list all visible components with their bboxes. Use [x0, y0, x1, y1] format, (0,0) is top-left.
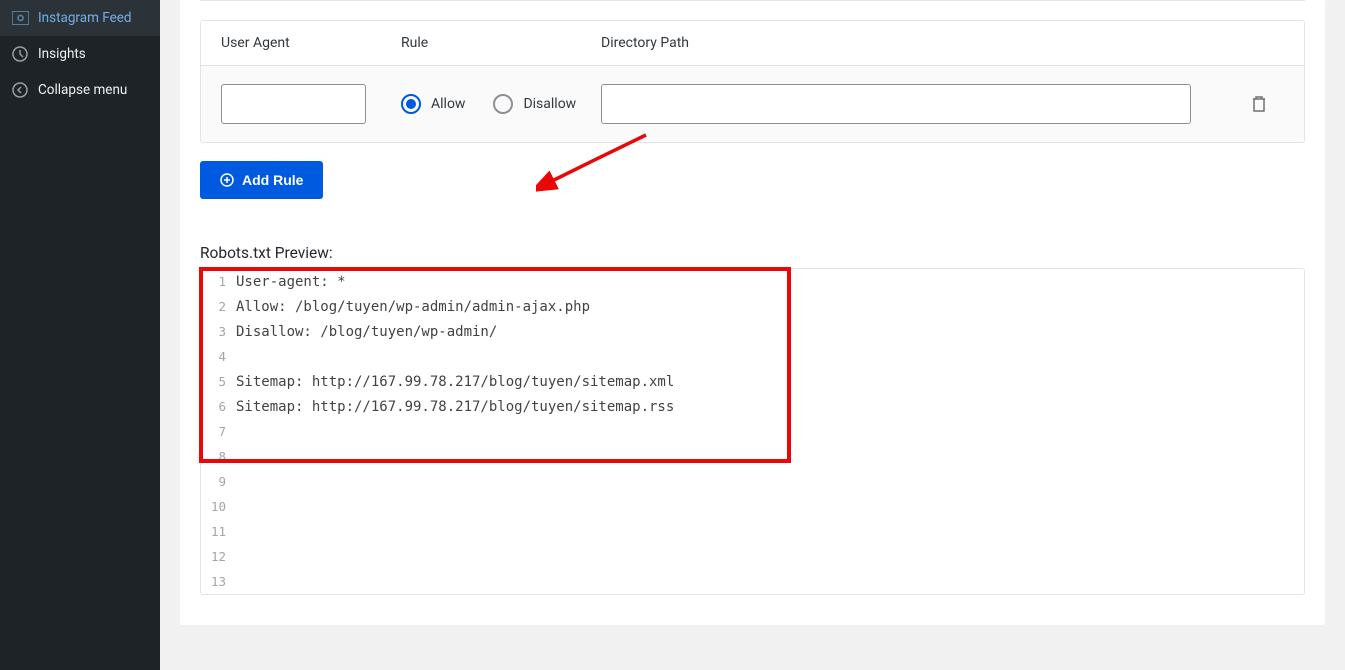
- code-line: 11: [201, 519, 1304, 544]
- column-header-user-agent: User Agent: [221, 35, 401, 51]
- line-number: 10: [201, 499, 236, 514]
- collapse-icon: [10, 80, 30, 100]
- main-content: User Agent Rule Directory Path Allow: [160, 0, 1345, 670]
- line-number: 12: [201, 549, 236, 564]
- line-number: 2: [201, 299, 236, 314]
- radio-disallow-label: Disallow: [523, 96, 576, 112]
- sidebar-item-instagram-feed[interactable]: Instagram Feed: [0, 0, 160, 36]
- line-number: 8: [201, 449, 236, 464]
- admin-sidebar: Instagram Feed Insights Collapse menu: [0, 0, 160, 670]
- radio-allow-label: Allow: [431, 96, 465, 112]
- radio-allow-indicator: [401, 94, 421, 114]
- code-line: 2Allow: /blog/tuyen/wp-admin/admin-ajax.…: [201, 294, 1304, 319]
- line-content: User-agent: *: [236, 274, 346, 290]
- code-line: 12: [201, 544, 1304, 569]
- robots-preview-editor[interactable]: 1User-agent: *2Allow: /blog/tuyen/wp-adm…: [200, 268, 1305, 595]
- rules-table-row: Allow Disallow: [201, 65, 1304, 142]
- radio-disallow-indicator: [493, 94, 513, 114]
- code-line: 1User-agent: *: [201, 269, 1304, 294]
- code-line: 7: [201, 419, 1304, 444]
- line-number: 9: [201, 474, 236, 489]
- user-agent-input[interactable]: [221, 84, 366, 124]
- line-number: 5: [201, 374, 236, 389]
- line-content: Sitemap: http://167.99.78.217/blog/tuyen…: [236, 399, 674, 415]
- line-number: 4: [201, 349, 236, 364]
- divider: [200, 0, 1305, 20]
- code-line: 13: [201, 569, 1304, 594]
- line-content: Sitemap: http://167.99.78.217/blog/tuyen…: [236, 374, 674, 390]
- rules-table-header: User Agent Rule Directory Path: [201, 21, 1304, 65]
- sidebar-item-label: Insights: [38, 46, 86, 62]
- radio-allow[interactable]: Allow: [401, 94, 465, 114]
- insights-icon: [10, 44, 30, 64]
- sidebar-item-label: Collapse menu: [38, 82, 127, 98]
- sidebar-item-collapse-menu[interactable]: Collapse menu: [0, 72, 160, 108]
- column-header-directory-path: Directory Path: [601, 35, 1244, 51]
- column-header-rule: Rule: [401, 35, 601, 51]
- code-line: 4: [201, 344, 1304, 369]
- instagram-icon: [10, 8, 30, 28]
- radio-disallow[interactable]: Disallow: [493, 94, 576, 114]
- line-content: Disallow: /blog/tuyen/wp-admin/: [236, 324, 497, 340]
- line-number: 13: [201, 574, 236, 589]
- line-content: Allow: /blog/tuyen/wp-admin/admin-ajax.p…: [236, 299, 590, 315]
- plus-circle-icon: [220, 173, 234, 187]
- code-line: 6Sitemap: http://167.99.78.217/blog/tuye…: [201, 394, 1304, 419]
- directory-path-input[interactable]: [601, 84, 1191, 124]
- line-number: 1: [201, 274, 236, 289]
- settings-card: User Agent Rule Directory Path Allow: [180, 0, 1325, 625]
- line-number: 11: [201, 524, 236, 539]
- code-line: 9: [201, 469, 1304, 494]
- line-number: 6: [201, 399, 236, 414]
- sidebar-item-insights[interactable]: Insights: [0, 36, 160, 72]
- rules-table: User Agent Rule Directory Path Allow: [200, 20, 1305, 143]
- add-rule-button[interactable]: Add Rule: [200, 161, 323, 199]
- annotation-arrow: [536, 131, 656, 206]
- line-number: 3: [201, 324, 236, 339]
- rule-radio-group: Allow Disallow: [401, 94, 601, 114]
- preview-label: Robots.txt Preview:: [200, 244, 1305, 262]
- code-line: 3Disallow: /blog/tuyen/wp-admin/: [201, 319, 1304, 344]
- sidebar-item-label: Instagram Feed: [38, 10, 132, 26]
- line-number: 7: [201, 424, 236, 439]
- delete-rule-button[interactable]: [1244, 89, 1274, 119]
- code-line: 10: [201, 494, 1304, 519]
- code-line: 8: [201, 444, 1304, 469]
- trash-icon: [1251, 95, 1267, 113]
- code-line: 5Sitemap: http://167.99.78.217/blog/tuye…: [201, 369, 1304, 394]
- add-rule-label: Add Rule: [242, 172, 303, 188]
